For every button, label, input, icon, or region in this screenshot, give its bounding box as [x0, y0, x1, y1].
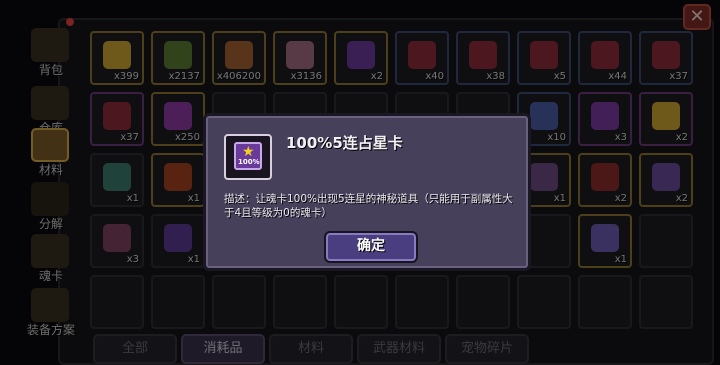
item-icon: ★ 100% — [224, 134, 272, 180]
item-title: 100%5连占星卡 — [286, 134, 403, 152]
item-detail-dialog: ★ 100% 100%5连占星卡 描述：让魂卡100%出现5连星的神秘道具（只能… — [203, 113, 531, 271]
confirm-button[interactable]: 确定 — [324, 231, 418, 263]
item-description: 描述：让魂卡100%出现5连星的神秘道具（只能用于副属性大于4且等级为0的魂卡） — [224, 193, 513, 219]
item-icon-label: 100% — [238, 158, 260, 166]
